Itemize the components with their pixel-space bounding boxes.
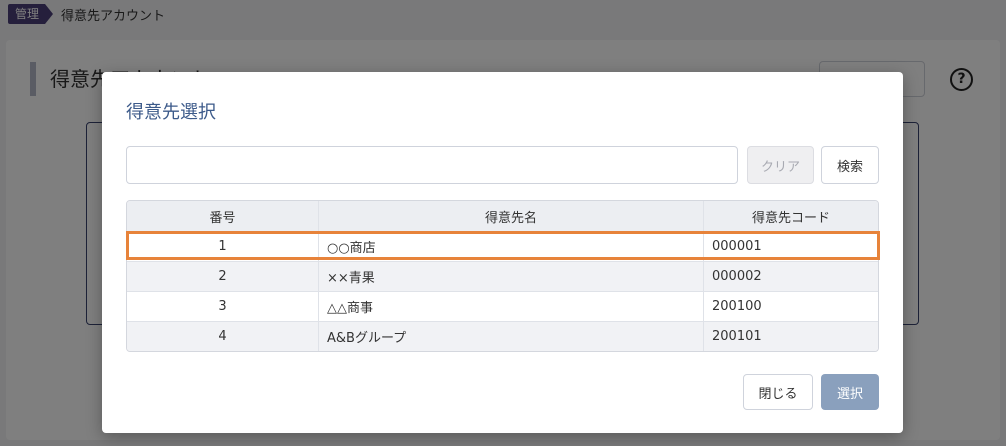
row-code: 200101	[703, 322, 878, 351]
search-button[interactable]: 検索	[821, 146, 879, 184]
row-code: 200100	[703, 292, 878, 321]
table-row[interactable]: 4 A&Bグループ 200101	[127, 321, 878, 351]
row-name: A&Bグループ	[318, 322, 703, 351]
column-header-name: 得意先名	[318, 201, 703, 231]
column-header-number: 番号	[209, 210, 236, 226]
row-code: 000001	[703, 232, 878, 261]
column-header-code: 得意先コード	[703, 201, 878, 231]
row-code: 000002	[703, 262, 878, 291]
search-input[interactable]	[126, 146, 738, 184]
modal-title: 得意先選択	[126, 102, 216, 123]
row-name: △△商事	[318, 292, 703, 321]
customer-table: 番号 得意先名 得意先コード 1 ○○商店 000001 2 ××青果 0000…	[126, 200, 879, 352]
customer-select-modal: 得意先選択 クリア 検索 番号 得意先名 得意先コード 1 ○○商店 00000…	[102, 72, 903, 433]
clear-button[interactable]: クリア	[747, 146, 814, 184]
row-name: ○○商店	[318, 232, 703, 261]
close-button[interactable]: 閉じる	[743, 374, 813, 410]
row-number: 3	[218, 299, 227, 314]
row-number: 2	[218, 269, 227, 284]
table-row[interactable]: 1 ○○商店 000001	[127, 231, 878, 261]
table-row[interactable]: 2 ××青果 000002	[127, 261, 878, 291]
select-button[interactable]: 選択	[821, 374, 879, 410]
row-number: 1	[218, 239, 227, 254]
row-number: 4	[218, 329, 227, 344]
row-name: ××青果	[318, 262, 703, 291]
table-header: 番号 得意先名 得意先コード	[127, 201, 878, 231]
table-row[interactable]: 3 △△商事 200100	[127, 291, 878, 321]
